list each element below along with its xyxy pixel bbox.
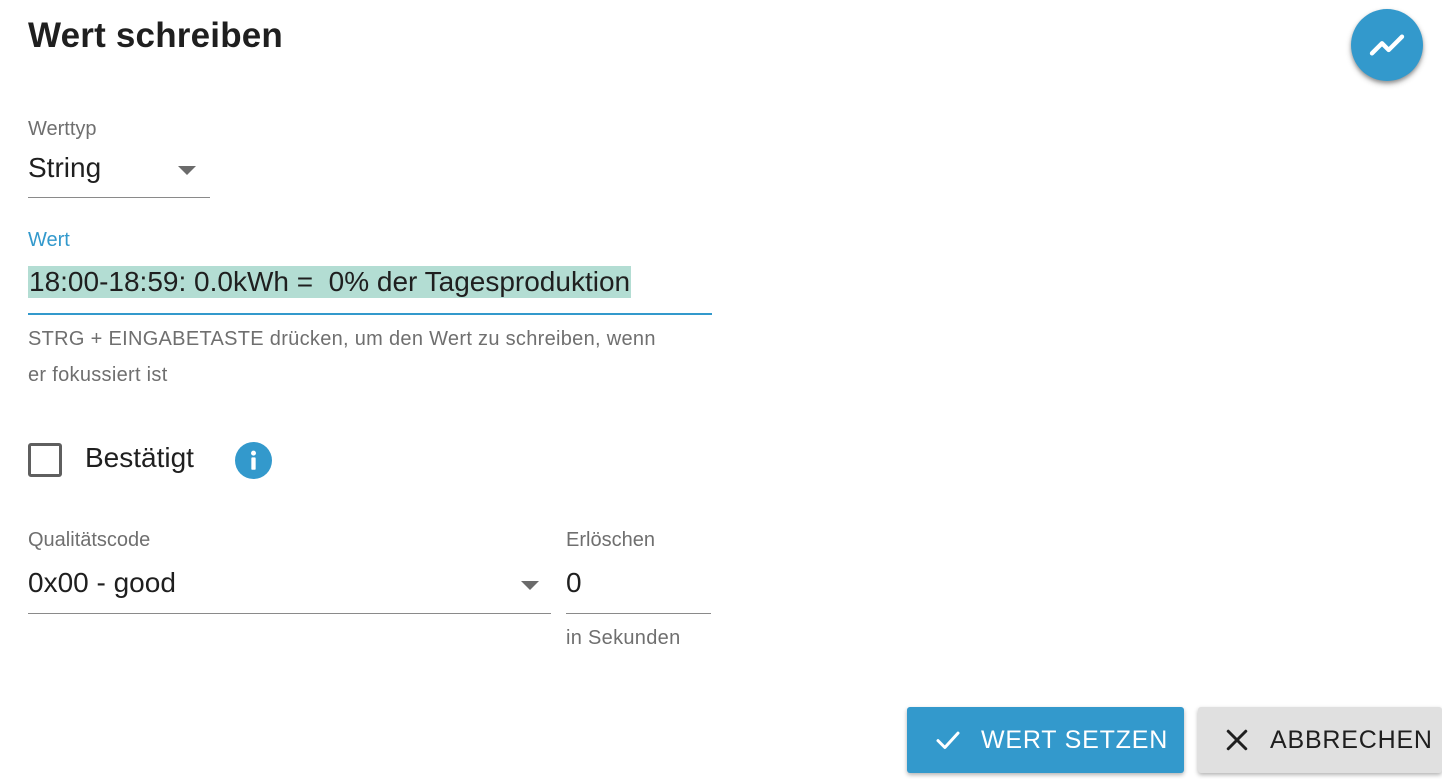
value-type-label: Werttyp xyxy=(28,118,97,140)
cancel-button-label: ABBRECHEN xyxy=(1270,725,1433,754)
info-glyph xyxy=(251,450,256,470)
expire-helper-text: in Sekunden xyxy=(566,627,681,649)
value-field-label: Wert xyxy=(28,229,70,251)
dialog-title: Wert schreiben xyxy=(28,16,284,55)
chevron-down-icon xyxy=(521,581,539,590)
set-value-button[interactable]: WERT SETZEN xyxy=(907,707,1184,773)
value-type-selected: String xyxy=(28,152,102,183)
value-helper-text-line2: er fokussiert ist xyxy=(28,364,168,386)
value-input-text: 18:00-18:59: 0.0kWh = 0% der Tagesproduk… xyxy=(28,266,632,298)
value-input[interactable]: 18:00-18:59: 0.0kWh = 0% der Tagesproduk… xyxy=(28,262,712,315)
quality-select[interactable]: 0x00 - good xyxy=(28,562,551,614)
ack-checkbox-label[interactable]: Bestätigt xyxy=(85,442,194,474)
expire-input-value: 0 xyxy=(566,567,582,598)
expire-label: Erlöschen xyxy=(566,529,655,551)
value-type-select[interactable]: String xyxy=(28,148,210,198)
set-value-button-label: WERT SETZEN xyxy=(981,725,1169,754)
trending-up-icon xyxy=(1369,34,1405,56)
value-helper-text-line1: STRG + EINGABETASTE drücken, um den Wert… xyxy=(28,328,656,350)
close-icon xyxy=(1222,725,1252,755)
chevron-down-icon xyxy=(178,166,196,175)
info-icon[interactable] xyxy=(235,442,272,479)
quality-selected: 0x00 - good xyxy=(28,567,176,598)
check-icon xyxy=(933,725,963,755)
ack-checkbox[interactable] xyxy=(28,443,62,477)
chart-fab-button[interactable] xyxy=(1351,9,1423,81)
expire-input[interactable]: 0 xyxy=(566,562,711,614)
quality-label: Qualitätscode xyxy=(28,529,151,551)
cancel-button[interactable]: ABBRECHEN xyxy=(1198,707,1442,773)
